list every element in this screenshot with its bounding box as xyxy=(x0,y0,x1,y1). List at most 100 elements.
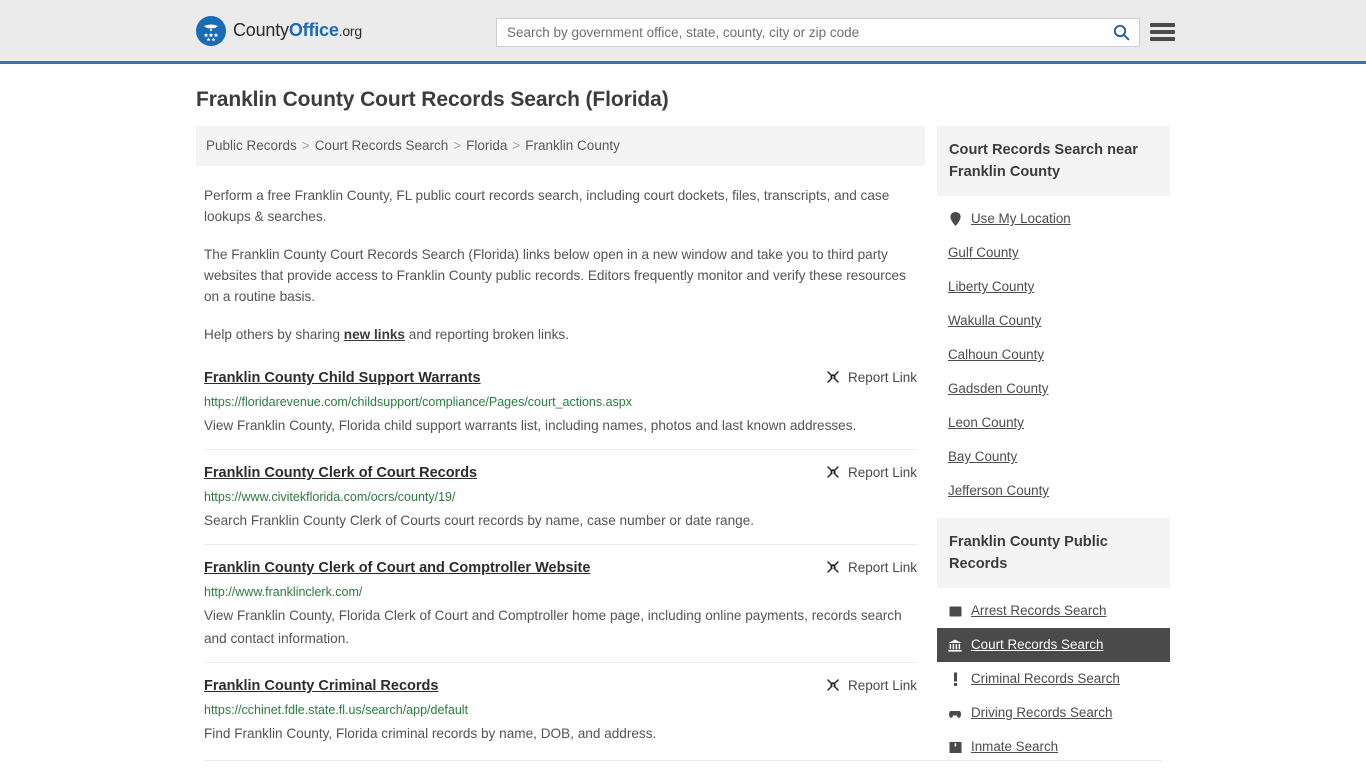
county-label: Jefferson County xyxy=(948,483,1049,498)
result-header: Franklin County Clerk of Court and Compt… xyxy=(204,558,917,578)
sidebar-county-liberty[interactable]: Liberty County xyxy=(937,270,1170,304)
result-description: View Franklin County, Florida child supp… xyxy=(204,418,857,433)
result-title-link[interactable]: Franklin County Clerk of Court and Compt… xyxy=(204,558,590,578)
county-label: Liberty County xyxy=(948,279,1035,294)
sidebar-item-label: Driving Records Search xyxy=(971,705,1113,720)
report-link-button[interactable]: Report Link xyxy=(825,559,917,575)
result-url: https://cchinet.fdle.state.fl.us/search/… xyxy=(204,703,469,717)
breadcrumb-item-franklin-county[interactable]: Franklin County xyxy=(525,138,620,153)
site-logo[interactable]: CountyOffice.org xyxy=(196,15,362,46)
county-label: Bay County xyxy=(948,449,1018,464)
result-url: https://floridarevenue.com/childsupport/… xyxy=(204,395,633,409)
results-list: Franklin County Child Support Warrants R… xyxy=(196,362,925,757)
hamburger-bar-3 xyxy=(1150,37,1175,41)
intro-paragraph-2: The Franklin County Court Records Search… xyxy=(204,247,906,304)
search-button[interactable] xyxy=(1103,19,1139,46)
brand-part-county: County xyxy=(233,20,289,40)
result-item: Franklin County Clerk of Court Records R… xyxy=(204,449,917,544)
report-link-button[interactable]: Report Link xyxy=(825,369,917,385)
intro-p3-before: Help others by sharing xyxy=(204,327,344,342)
sidebar-item-label: Inmate Search xyxy=(971,739,1059,754)
search-icon xyxy=(1113,24,1129,41)
sidebar-county-gadsden[interactable]: Gadsden County xyxy=(937,372,1170,406)
sidebar-county-leon[interactable]: Leon County xyxy=(937,406,1170,440)
broken-link-icon xyxy=(827,371,839,383)
sidebar-county-jefferson[interactable]: Jefferson County xyxy=(937,474,1170,508)
result-header: Franklin County Clerk of Court Records R… xyxy=(204,463,917,483)
page-title: Franklin County Court Records Search (Fl… xyxy=(196,88,669,111)
brand-part-org: .org xyxy=(338,23,363,39)
map-pin-icon xyxy=(948,212,962,226)
breadcrumb: Public Records > Court Records Search > Flor… xyxy=(196,126,925,166)
breadcrumb-separator-1: > xyxy=(301,138,310,153)
broken-link-icon xyxy=(827,466,839,478)
hamburger-menu-button[interactable] xyxy=(1150,20,1175,44)
report-link-label: Report Link xyxy=(847,464,917,480)
fingerprint-icon xyxy=(948,605,962,618)
result-item: Franklin County Child Support Warrants R… xyxy=(204,362,917,449)
exclamation-icon xyxy=(948,672,962,686)
nearby-counties-panel-title: Court Records Search near Franklin Count… xyxy=(937,126,1170,196)
use-my-location-link[interactable]: Use My Location xyxy=(937,202,1170,236)
report-link-button[interactable]: Report Link xyxy=(825,677,917,693)
county-label: Calhoun County xyxy=(948,347,1045,362)
sidebar-item-criminal-records-search[interactable]: Criminal Records Search xyxy=(937,662,1170,696)
site-logo-text: CountyOffice.org xyxy=(233,20,362,41)
county-label: Wakulla County xyxy=(948,313,1042,328)
broken-link-icon xyxy=(827,679,839,691)
sidebar-county-wakulla[interactable]: Wakulla County xyxy=(937,304,1170,338)
intro-paragraph-3: Help others by sharing new links and rep… xyxy=(204,324,917,345)
sidebar-item-driving-records-search[interactable]: Driving Records Search xyxy=(937,696,1170,730)
footer-divider xyxy=(204,760,1162,761)
site-header: CountyOffice.org xyxy=(0,0,1366,64)
result-url: https://www.civitekflorida.com/ocrs/coun… xyxy=(204,490,456,504)
new-links-link[interactable]: new links xyxy=(344,327,405,342)
courthouse-icon xyxy=(948,639,962,652)
nearby-counties-list: Use My Location Gulf County Liberty Coun… xyxy=(937,196,1170,508)
hamburger-bar-2 xyxy=(1150,30,1175,34)
intro-paragraph-1: Perform a free Franklin County, FL publi… xyxy=(204,188,890,224)
breadcrumb-item-court-records-search[interactable]: Court Records Search xyxy=(315,138,449,153)
search-input[interactable] xyxy=(497,19,1103,46)
sidebar-item-label: Criminal Records Search xyxy=(971,671,1120,686)
public-records-list: Arrest Records Search Court Records Sear… xyxy=(937,588,1170,764)
car-icon xyxy=(948,708,962,719)
sidebar-county-gulf[interactable]: Gulf County xyxy=(937,236,1170,270)
hamburger-bar-1 xyxy=(1150,23,1175,27)
breadcrumb-separator-2: > xyxy=(453,138,462,153)
breadcrumb-item-public-records[interactable]: Public Records xyxy=(206,138,297,153)
result-url: http://www.franklinclerk.com/ xyxy=(204,585,363,599)
county-label: Gadsden County xyxy=(948,381,1049,396)
sidebar-item-inmate-search[interactable]: Inmate Search xyxy=(937,730,1170,764)
use-my-location-label: Use My Location xyxy=(971,211,1071,226)
page-container: Franklin County Court Records Search (Fl… xyxy=(0,88,1366,768)
result-title-link[interactable]: Franklin County Criminal Records xyxy=(204,676,438,696)
sidebar-item-court-records-search[interactable]: Court Records Search xyxy=(937,628,1170,662)
eagle-stars-emblem-icon xyxy=(196,15,226,46)
report-link-button[interactable]: Report Link xyxy=(825,464,917,480)
public-records-panel: Franklin County Public Records Arrest Re… xyxy=(937,518,1170,764)
intro-text: Perform a free Franklin County, FL publi… xyxy=(196,185,925,345)
report-link-label: Report Link xyxy=(847,677,917,693)
breadcrumb-item-florida[interactable]: Florida xyxy=(466,138,507,153)
brand-part-office: Office xyxy=(288,20,339,40)
result-header: Franklin County Child Support Warrants R… xyxy=(204,368,917,388)
broken-link-icon xyxy=(827,561,839,573)
search-bar xyxy=(496,18,1140,47)
sidebar-item-label: Court Records Search xyxy=(971,637,1104,652)
result-description: Search Franklin County Clerk of Courts c… xyxy=(204,513,755,528)
sidebar-item-label: Arrest Records Search xyxy=(971,603,1107,618)
nearby-counties-panel: Court Records Search near Franklin Count… xyxy=(937,126,1170,508)
result-description: Find Franklin County, Florida criminal r… xyxy=(204,726,657,741)
public-records-panel-title: Franklin County Public Records xyxy=(937,518,1170,588)
result-title-link[interactable]: Franklin County Clerk of Court Records xyxy=(204,463,477,483)
result-header: Franklin County Criminal Records Report … xyxy=(204,676,917,696)
sidebar-county-bay[interactable]: Bay County xyxy=(937,440,1170,474)
result-title-link[interactable]: Franklin County Child Support Warrants xyxy=(204,368,481,388)
report-link-label: Report Link xyxy=(847,559,917,575)
result-item: Franklin County Criminal Records Report … xyxy=(204,662,917,757)
sidebar-item-arrest-records-search[interactable]: Arrest Records Search xyxy=(937,594,1170,628)
result-item: Franklin County Clerk of Court and Compt… xyxy=(204,544,917,662)
sidebar-county-calhoun[interactable]: Calhoun County xyxy=(937,338,1170,372)
intro-p3-after: and reporting broken links. xyxy=(405,327,569,342)
